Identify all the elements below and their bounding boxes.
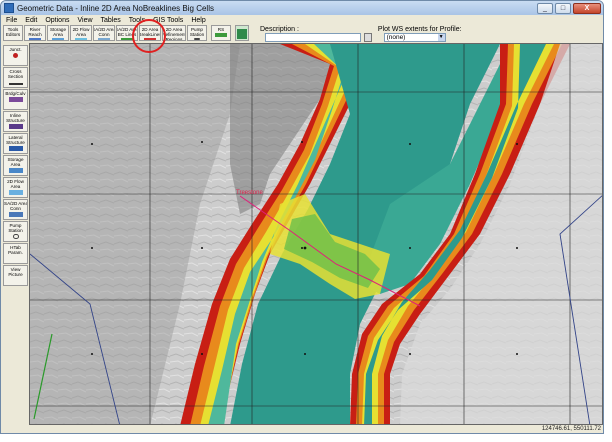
- pump-station-icon: [12, 234, 19, 239]
- junction-button[interactable]: Junct.: [3, 45, 28, 66]
- 2d-flow-area-side-label: 2D Flow Area: [7, 179, 24, 189]
- bc-lines-button[interactable]: SA/2D Area BC Lines: [116, 25, 138, 41]
- tools-editors-button[interactable]: Tools Editors: [3, 25, 23, 41]
- toolbar: Tools Editors River Reach Storage Area 2…: [1, 25, 603, 43]
- geometric-data-window: Geometric Data - Inline 2D Area NoBreakl…: [0, 0, 604, 434]
- 2d-flow-area-icon: [8, 190, 23, 195]
- inline-structure-button[interactable]: Inline Structure: [3, 111, 28, 132]
- breaklines-label: 2D Area BreakLines: [139, 27, 161, 37]
- status-bar: 124746.61, 550111.72: [29, 426, 603, 433]
- menu-gis-tools[interactable]: GIS Tools: [153, 17, 183, 24]
- pump-station-side-label: Pump Station: [8, 223, 23, 233]
- storage-area-icon: [8, 168, 23, 173]
- river-reach-button[interactable]: River Reach: [24, 25, 46, 41]
- sa-2d-conn-label: SA/2D Area Conn: [93, 27, 114, 37]
- sa-2d-conn-icon: [8, 212, 23, 217]
- reach-label: Treestone: [236, 190, 263, 196]
- breaklines-icon: [144, 38, 156, 40]
- storage-area-label: Storage Area: [49, 27, 67, 37]
- sa-2d-conn-side-button[interactable]: SA/2D Area Conn: [3, 199, 28, 220]
- menu-help[interactable]: Help: [191, 17, 205, 24]
- menu-tools[interactable]: Tools: [129, 17, 145, 24]
- pump-station-label: Pump Station: [189, 27, 205, 37]
- view-picture-label: View Picture: [8, 267, 23, 277]
- map-svg: Treestone: [30, 44, 602, 424]
- plot-ws-profile-select[interactable]: (none) ▼: [383, 33, 446, 42]
- sa-2d-conn-side-label: SA/2D Area Conn: [4, 201, 28, 211]
- 2d-flow-area-label: 2D Flow Area: [72, 27, 90, 37]
- close-button[interactable]: X: [573, 2, 601, 14]
- background-map-icon: [237, 29, 247, 39]
- bridge-culvert-icon: [8, 97, 23, 102]
- 2d-flow-area-button[interactable]: 2D Flow Area: [70, 25, 92, 41]
- reach-node[interactable]: [303, 246, 307, 250]
- pump-station-side-button[interactable]: Pump Station: [3, 221, 28, 242]
- 2d-flow-area-side-button[interactable]: 2D Flow Area: [3, 177, 28, 198]
- cross-section-icon: [8, 80, 23, 85]
- description-label: Description :: [260, 26, 299, 33]
- minimize-button[interactable]: _: [537, 2, 553, 14]
- pump-station-button[interactable]: Pump Station: [187, 25, 207, 41]
- menu-tables[interactable]: Tables: [101, 17, 121, 24]
- lateral-structure-label: Lateral Structure: [6, 135, 25, 145]
- plot-ws-value: (none): [386, 34, 406, 41]
- app-icon: [4, 3, 14, 13]
- menu-file[interactable]: File: [6, 17, 17, 24]
- lateral-structure-icon: [8, 146, 23, 151]
- bridge-culvert-button[interactable]: Brdg/Culv: [3, 89, 28, 110]
- cross-section-label: Cross Section: [7, 69, 24, 79]
- view-picture-button[interactable]: View Picture: [3, 265, 28, 286]
- refinement-regions-button[interactable]: 2D Area Refinement Regions: [162, 25, 186, 41]
- bridge-culvert-label: Brdg/Culv: [5, 91, 26, 96]
- tools-editors-label: Tools Editors: [5, 27, 21, 37]
- sa-2d-conn-icon: [98, 38, 110, 40]
- editor-sidebar: Junct. Cross Section Brdg/Culv Inline St…: [3, 45, 28, 429]
- description-input[interactable]: [264, 33, 361, 42]
- junction-icon: [13, 53, 18, 58]
- 2d-flow-area-icon: [75, 38, 87, 40]
- pump-station-icon: [194, 38, 200, 40]
- bc-lines-label: SA/2D Area BC Lines: [116, 27, 137, 37]
- geometry-map-canvas[interactable]: Treestone: [29, 43, 603, 425]
- menu-view[interactable]: View: [77, 17, 92, 24]
- breaklines-button[interactable]: 2D Area BreakLines: [139, 25, 161, 41]
- htab-param-label: HTab Param.: [8, 245, 23, 255]
- window-title: Geometric Data - Inline 2D Area NoBreakl…: [17, 3, 214, 13]
- storage-area-side-label: Storage Area: [7, 157, 24, 167]
- cross-section-button[interactable]: Cross Section: [3, 67, 28, 88]
- htab-param-button[interactable]: HTab Param.: [3, 243, 28, 264]
- refinement-regions-label: 2D Area Refinement Regions: [162, 27, 186, 41]
- river-reach-icon: [29, 38, 41, 40]
- storage-area-side-button[interactable]: Storage Area: [3, 155, 28, 176]
- rs-icon: [215, 33, 227, 37]
- cursor-coordinates: 124746.61, 550111.72: [541, 426, 601, 432]
- inline-structure-label: Inline Structure: [6, 113, 25, 123]
- rs-label: RS: [217, 27, 225, 32]
- sa-2d-conn-button[interactable]: SA/2D Area Conn: [93, 25, 115, 41]
- plot-ws-label: Plot WS extents for Profile:: [377, 26, 462, 33]
- rs-button[interactable]: RS: [211, 25, 231, 41]
- storage-area-icon: [52, 38, 64, 40]
- junction-label: Junct.: [9, 47, 22, 52]
- title-bar[interactable]: Geometric Data - Inline 2D Area NoBreakl…: [1, 1, 603, 15]
- storage-area-button[interactable]: Storage Area: [47, 25, 69, 41]
- background-map-button[interactable]: [235, 25, 249, 41]
- chevron-down-icon: ▼: [437, 34, 445, 41]
- river-reach-label: River Reach: [28, 27, 42, 37]
- bc-lines-icon: [121, 38, 133, 40]
- lateral-structure-button[interactable]: Lateral Structure: [3, 133, 28, 154]
- menu-edit[interactable]: Edit: [25, 17, 37, 24]
- description-browse-button[interactable]: [363, 33, 372, 42]
- menu-options[interactable]: Options: [45, 17, 69, 24]
- inline-structure-icon: [8, 124, 23, 129]
- menu-bar: File Edit Options View Tables Tools GIS …: [1, 15, 603, 25]
- maximize-button[interactable]: □: [555, 2, 571, 14]
